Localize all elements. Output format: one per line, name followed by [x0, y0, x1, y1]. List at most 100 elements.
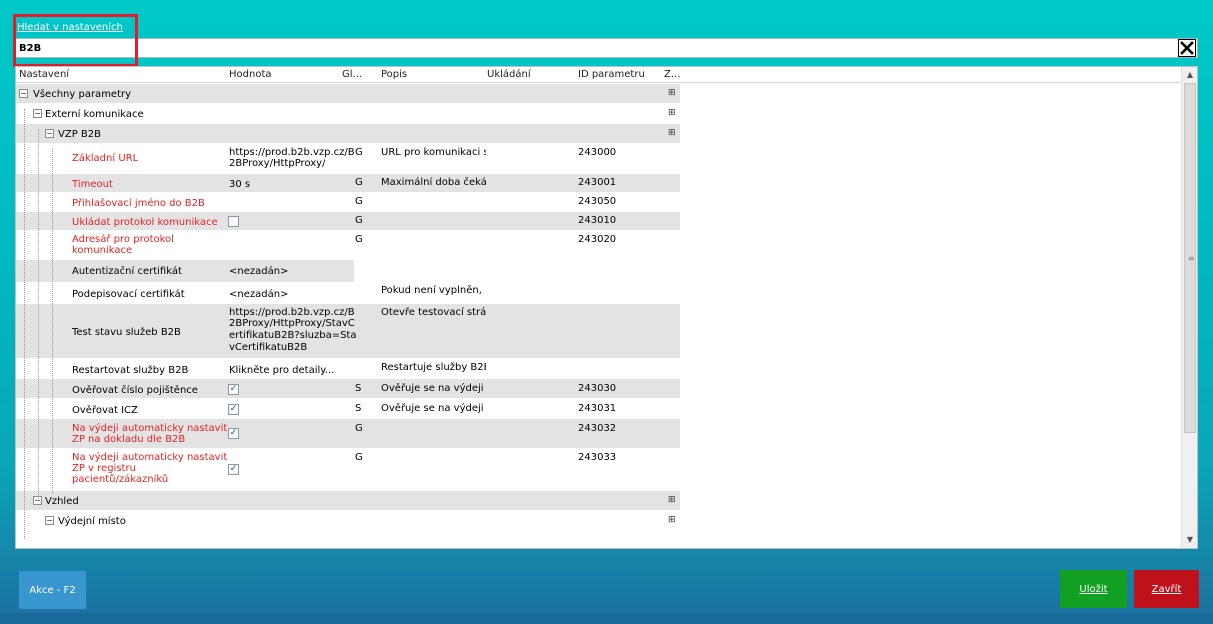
setting-name: Na výdeji automaticky nastavit	[72, 452, 228, 463]
clear-search-button[interactable]	[1178, 39, 1196, 57]
setting-row[interactable]: Na výdeji automaticky nastavit ZP v regi…	[16, 449, 680, 491]
setting-name: Základní URL	[72, 153, 139, 164]
setting-gl: G	[355, 215, 363, 226]
setting-description: URL pro komunikaci s	[381, 147, 486, 158]
setting-name: Timeout	[72, 179, 113, 190]
expand-all-icon[interactable]: ⊞	[668, 89, 677, 98]
setting-name: Adresář pro protokol	[72, 234, 174, 245]
tree-node-vydejni-misto[interactable]: − Výdejní místo ⊞	[16, 511, 680, 531]
setting-row[interactable]: Přihlašovací jméno do B2B G 243050	[16, 193, 680, 212]
close-button-label: Zavřít	[1151, 583, 1182, 595]
grid-header: Nastavení Hodnota Gl... Popis Ukládání I…	[16, 67, 1182, 83]
setting-row[interactable]: Na výdeji automaticky nastavit ZP na dok…	[16, 419, 680, 449]
close-button[interactable]: Zavřít	[1134, 570, 1199, 608]
setting-value-line2: 2BProxy/HttpProxy/StavC	[229, 318, 355, 329]
setting-description: Restartuje služby B2B	[381, 362, 486, 373]
tree-node-vzp-b2b[interactable]: − VZP B2B ⊞	[16, 124, 680, 144]
save-button[interactable]: Uložit	[1060, 570, 1127, 608]
setting-row[interactable]: Ukládat protokol komunikace G 243010	[16, 212, 680, 231]
column-header-z[interactable]: Z...	[664, 69, 680, 80]
collapse-icon[interactable]: −	[19, 89, 28, 98]
setting-row[interactable]: Ověřovat číslo pojištěnce ✓ S Ověřuje se…	[16, 379, 680, 399]
column-header-id-parametru[interactable]: ID parametru	[578, 69, 645, 80]
setting-value[interactable]: <nezadán>	[229, 289, 288, 300]
tree-node-label: Výdejní místo	[58, 516, 126, 527]
setting-value-line2: 2BProxy/HttpProxy/	[229, 158, 326, 169]
setting-name-line2: ZP na dokladu dle B2B	[72, 434, 186, 445]
tree-node-label: Externí komunikace	[45, 109, 144, 120]
search-row	[15, 38, 1198, 58]
expand-all-icon[interactable]: ⊞	[668, 129, 677, 138]
setting-name: Restartovat služby B2B	[72, 365, 189, 376]
setting-id: 243020	[578, 234, 617, 245]
column-header-gl[interactable]: Gl...	[342, 69, 362, 80]
setting-name: Ověřovat číslo pojištěnce	[72, 385, 198, 396]
setting-id: 243000	[578, 147, 617, 158]
setting-checkbox[interactable]: ✓	[228, 384, 239, 395]
tree-node-externi-komunikace[interactable]: − Externí komunikace ⊞	[16, 104, 680, 124]
akce-button-label: Akce - F2	[29, 584, 76, 596]
search-highlight-box	[13, 14, 138, 67]
tree-line	[38, 129, 39, 499]
collapse-icon[interactable]: −	[45, 516, 54, 525]
scroll-down-icon[interactable]: ▼	[1182, 532, 1197, 548]
setting-gl: G	[355, 452, 363, 463]
akce-button[interactable]: Akce - F2	[19, 571, 86, 609]
setting-checkbox[interactable]	[228, 216, 239, 227]
setting-id: 243031	[578, 403, 617, 414]
setting-value[interactable]: https://prod.b2b.vzp.cz/B	[229, 307, 355, 318]
collapse-icon[interactable]: −	[33, 109, 42, 118]
vertical-scrollbar[interactable]: ▲ ≡ ▼	[1181, 67, 1197, 548]
column-header-hodnota[interactable]: Hodnota	[229, 69, 272, 80]
collapse-icon[interactable]: −	[45, 129, 54, 138]
column-header-popis[interactable]: Popis	[381, 69, 407, 80]
setting-row[interactable]: Adresář pro protokol komunikace G 243020	[16, 231, 680, 260]
footer-bar	[0, 613, 1213, 624]
search-input[interactable]	[16, 39, 1166, 57]
setting-row[interactable]: Test stavu služeb B2B https://prod.b2b.v…	[16, 304, 680, 359]
setting-name: Ukládat protokol komunikace	[72, 217, 218, 228]
setting-gl: G	[355, 196, 363, 207]
setting-id: 243030	[578, 383, 617, 394]
setting-value-bg	[16, 260, 354, 282]
setting-checkbox[interactable]: ✓	[228, 464, 239, 475]
setting-value[interactable]: Klikněte pro detaily...	[229, 365, 334, 376]
setting-value[interactable]: 30 s	[229, 179, 250, 190]
tree-node-vsechny-parametry[interactable]: − Všechny parametry ⊞	[16, 84, 680, 104]
tree-node-label: VZP B2B	[58, 129, 101, 140]
setting-name: Test stavu služeb B2B	[72, 327, 181, 338]
setting-checkbox[interactable]: ✓	[228, 428, 239, 439]
setting-name: Podepisovací certifikát	[72, 289, 185, 300]
settings-grid: Nastavení Hodnota Gl... Popis Ukládání I…	[15, 66, 1198, 549]
setting-gl: G	[355, 177, 363, 188]
setting-row[interactable]: Podepisovací certifikát <nezadán> Pokud …	[16, 282, 680, 304]
tree-line	[24, 109, 25, 539]
setting-description: Ověřuje se na výdeji a	[381, 383, 486, 394]
setting-name-line2: komunikace	[72, 245, 133, 256]
scroll-thumb[interactable]: ≡	[1184, 83, 1196, 433]
expand-all-icon[interactable]: ⊞	[668, 496, 677, 505]
setting-row[interactable]: Restartovat služby B2B Klikněte pro deta…	[16, 359, 680, 379]
setting-row[interactable]: Autentizační certifikát <nezadán>	[16, 260, 680, 282]
setting-gl: S	[355, 403, 362, 414]
tree-node-vzhled[interactable]: − Vzhled ⊞	[16, 491, 680, 511]
column-header-nastaveni[interactable]: Nastavení	[19, 69, 69, 80]
setting-value[interactable]: https://prod.b2b.vzp.cz/B	[229, 147, 355, 158]
setting-row[interactable]: Timeout 30 s G Maximální doba čeká 24300…	[16, 174, 680, 193]
tree-node-label: Všechny parametry	[33, 89, 132, 100]
expand-all-icon[interactable]: ⊞	[668, 109, 677, 118]
setting-row[interactable]: Ověřovat IČZ ✓ S Ověřuje se na výdeji a …	[16, 399, 680, 419]
setting-id: 243001	[578, 177, 617, 188]
setting-checkbox[interactable]: ✓	[228, 404, 239, 415]
setting-description: Pokud není vyplněn, p	[381, 285, 486, 296]
tree-line	[52, 149, 53, 494]
setting-name-line2: ZP v registru	[72, 463, 136, 474]
setting-row[interactable]: Základní URL https://prod.b2b.vzp.cz/B 2…	[16, 144, 680, 174]
setting-value[interactable]: <nezadán>	[229, 266, 288, 277]
scroll-up-icon[interactable]: ▲	[1182, 67, 1197, 83]
setting-name: Přihlašovací jméno do B2B	[72, 198, 205, 209]
expand-all-icon[interactable]: ⊞	[668, 516, 677, 525]
column-header-ukladani[interactable]: Ukládání	[487, 69, 531, 80]
tree-node-label: Vzhled	[45, 496, 79, 507]
setting-id: 243033	[578, 452, 617, 463]
